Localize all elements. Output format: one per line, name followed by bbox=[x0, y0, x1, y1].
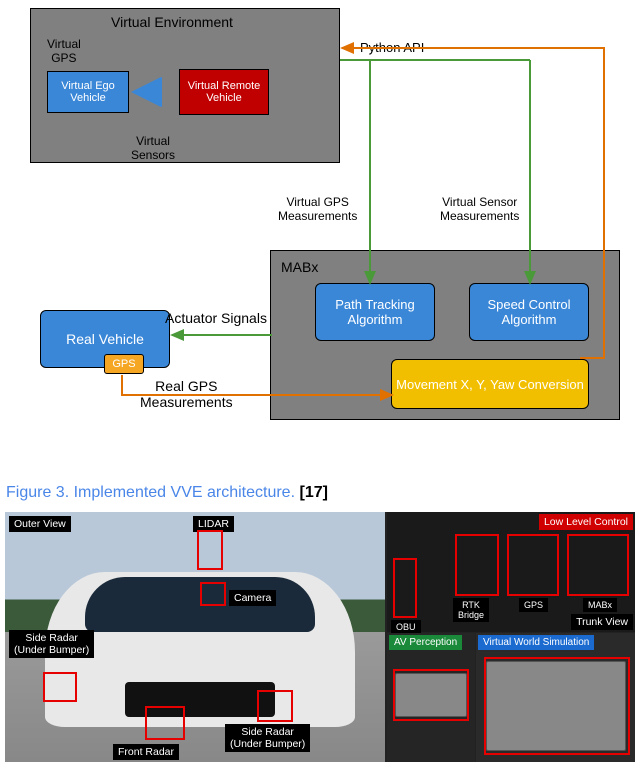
trunk-view-photo: Low Level Control RTK Bridge GPS MABx OB… bbox=[387, 512, 635, 762]
gps-box: GPS bbox=[104, 354, 144, 374]
virtual-gps-meas-label: Virtual GPS Measurements bbox=[278, 195, 357, 223]
side-radar-top-tag: Side Radar (Under Bumper) bbox=[9, 630, 94, 658]
obu-redbox bbox=[393, 558, 417, 618]
photo-composite: Outer View LIDAR Camera Side Radar (Unde… bbox=[5, 512, 635, 762]
path-tracking-box: Path Tracking Algorithm bbox=[315, 283, 435, 341]
mabx-redbox bbox=[567, 534, 629, 596]
actuator-signals-label: Actuator Signals bbox=[165, 310, 267, 326]
architecture-diagram: Virtual Environment Virtual GPS Virtual … bbox=[0, 0, 640, 470]
obu-tag: OBU bbox=[391, 620, 421, 634]
lidar-redbox bbox=[197, 530, 223, 570]
front-radar-tag: Front Radar bbox=[113, 744, 179, 760]
low-level-control-tag: Low Level Control bbox=[539, 514, 633, 530]
figure-caption: Figure 3. Implemented VVE architecture. … bbox=[0, 470, 640, 508]
virtual-sensor-meas-label: Virtual Sensor Measurements bbox=[440, 195, 519, 223]
side-radar-bot-tag: Side Radar (Under Bumper) bbox=[225, 724, 310, 752]
movement-conversion-box: Movement X, Y, Yaw Conversion bbox=[391, 359, 589, 409]
camera-redbox bbox=[200, 582, 226, 606]
ve-title: Virtual Environment bbox=[111, 14, 233, 30]
speed-control-box: Speed Control Algorithm bbox=[469, 283, 589, 341]
av-perception-redbox bbox=[393, 669, 469, 721]
virtual-remote-box: Virtual Remote Vehicle bbox=[179, 69, 269, 115]
side-radar-bot-redbox bbox=[257, 690, 293, 722]
outer-view-tag: Outer View bbox=[9, 516, 71, 532]
camera-tag: Camera bbox=[229, 590, 276, 606]
trunk-view-tag: Trunk View bbox=[571, 614, 633, 630]
av-perception-tag: AV Perception bbox=[389, 635, 462, 650]
gps-redbox bbox=[507, 534, 559, 596]
gps-tag: GPS bbox=[519, 598, 548, 612]
vws-redbox bbox=[484, 657, 630, 755]
virtual-gps-label: Virtual GPS bbox=[47, 37, 81, 65]
caption-ref: [17] bbox=[299, 484, 327, 501]
caption-text: Figure 3. Implemented VVE architecture. bbox=[6, 484, 295, 501]
outer-view-photo: Outer View LIDAR Camera Side Radar (Unde… bbox=[5, 512, 385, 762]
virtual-ego-box: Virtual Ego Vehicle bbox=[47, 71, 129, 113]
mabx-title: MABx bbox=[281, 259, 318, 275]
mabx-box: MABx Path Tracking Algorithm Speed Contr… bbox=[270, 250, 620, 420]
front-radar-redbox bbox=[145, 706, 185, 740]
real-gps-meas-label: Real GPS Measurements bbox=[140, 378, 233, 410]
python-api-label: Python API bbox=[360, 40, 424, 55]
side-radar-top-redbox bbox=[43, 672, 77, 702]
rtk-redbox bbox=[455, 534, 499, 596]
virtual-sensor-icon bbox=[131, 77, 161, 107]
rtk-tag: RTK Bridge bbox=[453, 598, 489, 622]
mabx-tag: MABx bbox=[583, 598, 617, 612]
vws-tag: Virtual World Simulation bbox=[478, 635, 594, 650]
virtual-environment-box: Virtual Environment Virtual GPS Virtual … bbox=[30, 8, 340, 163]
virtual-sensors-label: Virtual Sensors bbox=[131, 134, 175, 162]
